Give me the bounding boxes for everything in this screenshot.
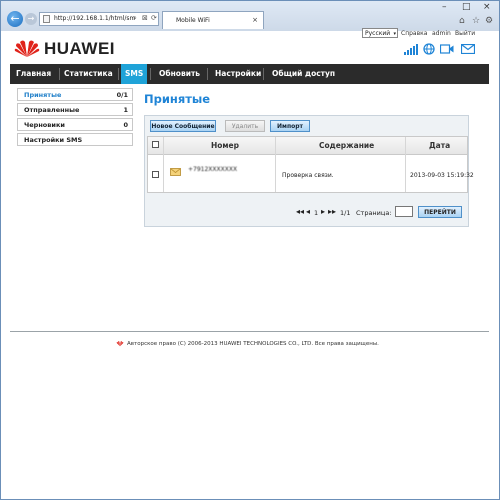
browser-tab[interactable]: Mobile WiFi × — [162, 11, 264, 29]
brand-logo: HUAWEI — [44, 39, 115, 58]
select-all-checkbox[interactable] — [152, 141, 159, 148]
window-close-icon[interactable]: × — [483, 2, 491, 12]
nav-sharing[interactable]: Общий доступ — [272, 64, 335, 84]
main-nav: Главная Статистика SMS Обновить Настройк… — [10, 64, 489, 84]
sidebar-item-drafts[interactable]: Черновики 0 — [17, 118, 133, 131]
nav-home[interactable]: Главная — [16, 64, 51, 84]
maximize-icon[interactable]: □ — [462, 2, 471, 12]
huawei-logo-icon — [116, 341, 124, 347]
chevron-down-icon: ▾ — [393, 31, 396, 37]
row-checkbox[interactable] — [152, 171, 159, 178]
prev-page-icon[interactable]: ◂ — [306, 207, 310, 216]
sidebar-item-count: 1 — [123, 106, 128, 114]
footer-divider — [10, 331, 489, 332]
next-page-icon[interactable]: ▸ — [321, 207, 325, 216]
row-date: 2013-09-03 15:19:32 — [410, 172, 474, 179]
new-message-button[interactable]: Новое Сообщение — [150, 120, 216, 132]
messages-table: Номер Содержание Дата +7912XXXXXXX Прове… — [147, 136, 474, 193]
nav-settings[interactable]: Настройки — [215, 64, 261, 84]
tab-title: Mobile WiFi — [176, 17, 210, 24]
page-icon — [43, 15, 50, 23]
help-link[interactable]: Справка — [401, 30, 427, 37]
logout-link[interactable]: Выйти — [455, 30, 475, 37]
signal-icon — [404, 44, 418, 55]
user-link[interactable]: admin — [432, 30, 451, 37]
globe-icon — [423, 43, 435, 55]
address-bar[interactable]: http://192.168.1.1/html/sm ⌕ ⊠ ⟳ — [39, 12, 159, 26]
address-url: http://192.168.1.1/html/sm — [54, 15, 136, 22]
reload-icon[interactable]: ⟳ — [151, 14, 157, 22]
envelope-icon[interactable] — [461, 44, 475, 54]
envelope-icon — [170, 168, 181, 176]
tab-close-icon[interactable]: × — [252, 16, 258, 24]
mobile-network-icon — [440, 44, 454, 54]
column-content[interactable]: Содержание — [319, 141, 374, 150]
sidebar-item-inbox[interactable]: Принятые 0/1 — [17, 88, 133, 101]
search-icon[interactable]: ⌕ — [133, 14, 137, 23]
browser-toolbar: ← → http://192.168.1.1/html/sm ⌕ ⊠ ⟳ Mob… — [1, 1, 499, 31]
column-number[interactable]: Номер — [211, 141, 239, 150]
import-button[interactable]: Импорт — [270, 120, 310, 132]
table-header: Номер Содержание Дата — [148, 137, 467, 155]
forward-button[interactable]: → — [25, 13, 37, 25]
nav-statistics[interactable]: Статистика — [64, 64, 113, 84]
nav-sms[interactable]: SMS — [121, 64, 148, 84]
sidebar-item-label: Черновики — [24, 121, 65, 129]
sidebar-item-label: Принятые — [24, 91, 62, 99]
page-count: 1/1 — [340, 209, 351, 217]
nav-update[interactable]: Обновить — [159, 64, 200, 84]
settings-icon[interactable]: ⚙ — [485, 16, 493, 26]
sidebar-item-count: 0/1 — [116, 91, 128, 99]
go-button[interactable]: ПЕРЕЙТИ — [418, 206, 462, 218]
page-label: Страница: — [356, 209, 392, 217]
huawei-logo-icon — [14, 40, 40, 57]
favorites-icon[interactable]: ☆ — [472, 16, 480, 26]
first-page-icon[interactable]: ◂◂ — [296, 207, 304, 216]
minimize-icon[interactable]: – — [442, 2, 447, 12]
home-icon[interactable]: ⌂ — [459, 16, 465, 26]
current-page[interactable]: 1 — [314, 209, 318, 217]
row-content[interactable]: Проверка связи. — [282, 172, 334, 179]
back-button[interactable]: ← — [7, 11, 23, 27]
delete-button[interactable]: Удалить — [225, 120, 265, 132]
sidebar-item-label: Настройки SMS — [24, 136, 83, 144]
language-select[interactable]: Русский ▾ — [362, 28, 398, 38]
row-number[interactable]: +7912XXXXXXX — [188, 166, 237, 173]
last-page-icon[interactable]: ▸▸ — [328, 207, 336, 216]
sidebar-item-sms-settings[interactable]: Настройки SMS — [17, 133, 133, 146]
sidebar-item-count: 0 — [123, 121, 128, 129]
page-title: Принятые — [144, 92, 211, 106]
stop-icon[interactable]: ⊠ — [142, 14, 148, 22]
sidebar-item-label: Отправленные — [24, 106, 80, 114]
column-date[interactable]: Дата — [429, 141, 450, 150]
sidebar-item-sent[interactable]: Отправленные 1 — [17, 103, 133, 116]
copyright-text: Авторское право (C) 2006-2013 HUAWEI TEC… — [127, 341, 379, 347]
page-number-input[interactable] — [395, 206, 413, 217]
language-value: Русский — [365, 30, 391, 37]
